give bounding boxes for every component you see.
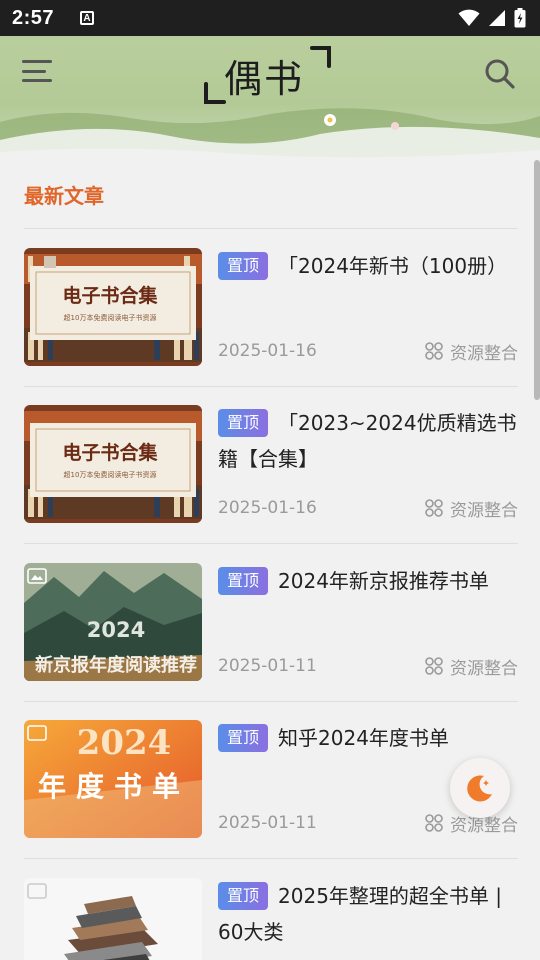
pinned-badge: 置顶 (218, 567, 269, 595)
article-item[interactable]: 电子书合集 超10万本免费阅读电子书资源 置顶 「2023~2024优质精选书籍【… (24, 405, 518, 525)
article-title[interactable]: 置顶 2025年整理的超全书单 | 60大类 (218, 878, 518, 950)
article-category[interactable]: 资源整合 (424, 339, 518, 364)
thumb-sub: 年度书单 (38, 770, 190, 803)
article-meta: 2025-01-16 资源整合 (218, 493, 518, 523)
article-thumbnail[interactable]: 2024 新京报年度阅读推荐 (24, 563, 202, 681)
thumb-sub: 新京报年度阅读推荐 (35, 654, 197, 676)
app-header: 偶书 (0, 36, 540, 160)
status-bar: 2:57 A (0, 0, 540, 36)
article-title[interactable]: 置顶 2024年新京报推荐书单 (218, 563, 518, 599)
category-icon (425, 342, 443, 360)
article-title[interactable]: 置顶 「2024年新书（100册） (218, 248, 518, 284)
article-item[interactable]: 电子书合集 超10万本免费阅读电子书资源 置顶 「2024年新书（100册） 20… (24, 248, 518, 368)
divider (24, 858, 518, 859)
article-date: 2025-01-16 (218, 341, 317, 361)
hamburger-menu-icon[interactable] (22, 58, 52, 84)
category-icon (425, 657, 443, 675)
article-title[interactable]: 置顶 「2023~2024优质精选书籍【合集】 (218, 405, 518, 477)
article-category[interactable]: 资源整合 (424, 654, 518, 679)
notification-icon: A (80, 11, 95, 25)
divider (24, 701, 518, 702)
search-icon[interactable] (484, 58, 516, 90)
category-icon (425, 499, 443, 517)
article-title-text[interactable]: 知乎2024年度书单 (278, 726, 449, 750)
battery-icon (514, 8, 526, 28)
thumb-sub: 超10万本免费阅读电子书资源 (64, 313, 157, 322)
article-list-page[interactable]: 最新文章 电子书合集 超10万本免费阅读电子书资源 置顶 「2024年新书（10… (0, 160, 540, 960)
article-title[interactable]: 置顶 知乎2024年度书单 (218, 720, 518, 756)
status-time: 2:57 (12, 6, 55, 29)
pinned-badge: 置顶 (218, 409, 269, 437)
article-category-label[interactable]: 资源整合 (450, 496, 518, 521)
thumb-heading: 电子书合集 (62, 284, 158, 307)
article-title-text[interactable]: 「2024年新书（100册） (278, 254, 507, 278)
header-landscape (0, 108, 540, 160)
app-logo: 偶书 (202, 44, 334, 106)
article-info[interactable]: 置顶 「2023~2024优质精选书籍【合集】 2025-01-16 资源整合 (218, 405, 518, 523)
pinned-badge: 置顶 (218, 252, 269, 280)
article-meta: 2025-01-11 资源整合 (218, 651, 518, 681)
article-info[interactable]: 置顶 「2024年新书（100册） 2025-01-16 资源整合 (218, 248, 518, 366)
logo-text: 偶书 (224, 57, 305, 101)
article-category[interactable]: 资源整合 (424, 496, 518, 521)
article-thumbnail[interactable]: 电子书合集 超10万本免费阅读电子书资源 (24, 248, 202, 366)
category-icon (425, 814, 443, 832)
pinned-badge: 置顶 (218, 882, 269, 910)
wifi-icon (458, 9, 480, 26)
section-title: 最新文章 (24, 184, 104, 208)
article-category-label[interactable]: 资源整合 (450, 339, 518, 364)
thumb-heading: 电子书合集 (62, 441, 158, 464)
article-info[interactable]: 置顶 2024年新京报推荐书单 2025-01-11 资源整合 (218, 563, 518, 681)
divider (24, 386, 518, 387)
divider (24, 228, 518, 229)
thumb-heading: 2024 (77, 723, 172, 763)
article-title-text[interactable]: 2024年新京报推荐书单 (278, 569, 489, 593)
thumb-sub: 超10万本免费阅读电子书资源 (64, 470, 157, 479)
moon-icon (467, 775, 492, 802)
article-thumbnail[interactable] (24, 878, 202, 960)
night-mode-button[interactable] (450, 758, 510, 818)
article-date: 2025-01-11 (218, 656, 317, 676)
article-item[interactable]: 置顶 2025年整理的超全书单 | 60大类 (24, 878, 518, 960)
signal-icon (489, 10, 505, 26)
divider (24, 543, 518, 544)
article-thumbnail[interactable]: 2024 年度书单 (24, 720, 202, 838)
article-category-label[interactable]: 资源整合 (450, 654, 518, 679)
article-info[interactable]: 置顶 2025年整理的超全书单 | 60大类 (218, 878, 518, 960)
article-date: 2025-01-16 (218, 498, 317, 518)
pinned-badge: 置顶 (218, 724, 269, 752)
article-thumbnail[interactable]: 电子书合集 超10万本免费阅读电子书资源 (24, 405, 202, 523)
article-meta: 2025-01-16 资源整合 (218, 336, 518, 366)
thumb-heading: 2024 (87, 618, 145, 642)
article-item[interactable]: 2024 年度书单 置顶 知乎2024年度书单 2025-01-11 资源整合 (24, 720, 518, 840)
article-item[interactable]: 2024 新京报年度阅读推荐 置顶 2024年新京报推荐书单 2025-01-11… (24, 563, 518, 683)
article-date: 2025-01-11 (218, 813, 317, 833)
scrollbar[interactable] (534, 160, 540, 400)
